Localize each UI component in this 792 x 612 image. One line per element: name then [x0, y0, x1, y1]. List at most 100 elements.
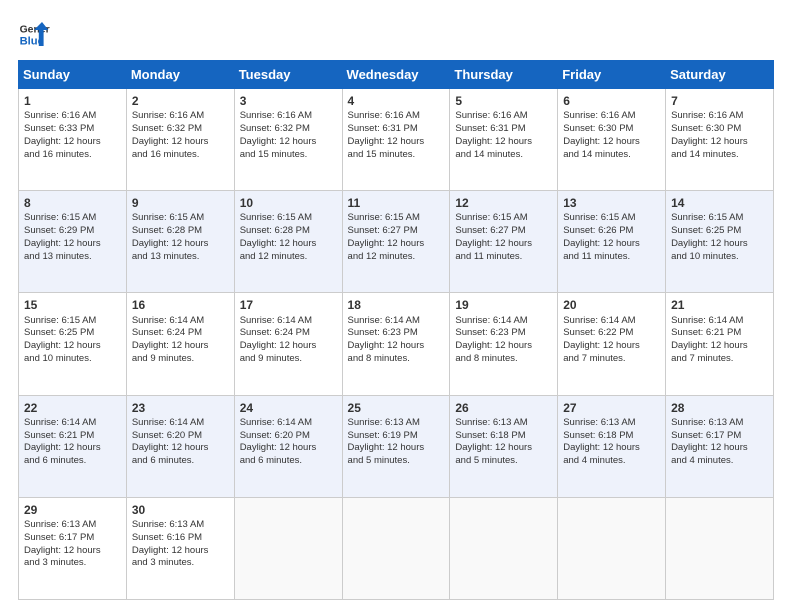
day-info-line: Sunrise: 6:13 AM	[24, 519, 122, 532]
calendar-cell: 22Sunrise: 6:14 AMSunset: 6:21 PMDayligh…	[19, 395, 127, 497]
calendar-cell: 2Sunrise: 6:16 AMSunset: 6:32 PMDaylight…	[126, 89, 234, 191]
day-info-line: and 4 minutes.	[671, 455, 769, 468]
calendar-table: SundayMondayTuesdayWednesdayThursdayFrid…	[18, 60, 774, 600]
calendar-cell: 21Sunrise: 6:14 AMSunset: 6:21 PMDayligh…	[666, 293, 774, 395]
day-info-line: Sunset: 6:21 PM	[671, 327, 769, 340]
calendar-cell: 11Sunrise: 6:15 AMSunset: 6:27 PMDayligh…	[342, 191, 450, 293]
day-info-line: and 14 minutes.	[455, 149, 553, 162]
day-info-line: Sunset: 6:19 PM	[348, 430, 446, 443]
day-info-line: and 12 minutes.	[240, 251, 338, 264]
calendar-cell	[234, 497, 342, 599]
day-info-line: Daylight: 12 hours	[240, 340, 338, 353]
day-info-line: and 8 minutes.	[455, 353, 553, 366]
calendar-cell	[558, 497, 666, 599]
day-number: 23	[132, 400, 230, 416]
day-number: 29	[24, 502, 122, 518]
day-number: 9	[132, 195, 230, 211]
day-number: 24	[240, 400, 338, 416]
day-info-line: Sunset: 6:18 PM	[455, 430, 553, 443]
day-info-line: Daylight: 12 hours	[132, 340, 230, 353]
day-info-line: Sunset: 6:24 PM	[240, 327, 338, 340]
day-info-line: Sunset: 6:28 PM	[240, 225, 338, 238]
calendar-week-5: 29Sunrise: 6:13 AMSunset: 6:17 PMDayligh…	[19, 497, 774, 599]
day-info-line: Sunset: 6:25 PM	[671, 225, 769, 238]
day-number: 7	[671, 93, 769, 109]
day-number: 26	[455, 400, 553, 416]
day-info-line: and 9 minutes.	[132, 353, 230, 366]
day-info-line: Sunset: 6:30 PM	[563, 123, 661, 136]
calendar-cell: 25Sunrise: 6:13 AMSunset: 6:19 PMDayligh…	[342, 395, 450, 497]
day-info-line: and 14 minutes.	[563, 149, 661, 162]
day-info-line: and 7 minutes.	[563, 353, 661, 366]
day-info-line: Daylight: 12 hours	[671, 340, 769, 353]
calendar-cell: 6Sunrise: 6:16 AMSunset: 6:30 PMDaylight…	[558, 89, 666, 191]
day-header-wednesday: Wednesday	[342, 61, 450, 89]
day-info-line: and 6 minutes.	[24, 455, 122, 468]
calendar-cell: 14Sunrise: 6:15 AMSunset: 6:25 PMDayligh…	[666, 191, 774, 293]
day-info-line: Sunset: 6:21 PM	[24, 430, 122, 443]
day-info-line: Daylight: 12 hours	[348, 136, 446, 149]
day-number: 30	[132, 502, 230, 518]
day-info-line: and 13 minutes.	[132, 251, 230, 264]
day-info-line: and 16 minutes.	[132, 149, 230, 162]
day-info-line: and 11 minutes.	[455, 251, 553, 264]
day-info-line: Sunset: 6:18 PM	[563, 430, 661, 443]
day-info-line: Daylight: 12 hours	[24, 545, 122, 558]
day-info-line: Sunrise: 6:14 AM	[240, 315, 338, 328]
day-info-line: Daylight: 12 hours	[132, 545, 230, 558]
day-info-line: and 5 minutes.	[455, 455, 553, 468]
day-info-line: and 6 minutes.	[132, 455, 230, 468]
day-info-line: Daylight: 12 hours	[132, 238, 230, 251]
calendar-cell: 18Sunrise: 6:14 AMSunset: 6:23 PMDayligh…	[342, 293, 450, 395]
day-number: 6	[563, 93, 661, 109]
calendar-week-2: 8Sunrise: 6:15 AMSunset: 6:29 PMDaylight…	[19, 191, 774, 293]
day-number: 15	[24, 297, 122, 313]
day-info-line: Sunrise: 6:16 AM	[132, 110, 230, 123]
day-info-line: and 5 minutes.	[348, 455, 446, 468]
day-info-line: and 3 minutes.	[132, 557, 230, 570]
day-info-line: and 14 minutes.	[671, 149, 769, 162]
calendar-cell: 27Sunrise: 6:13 AMSunset: 6:18 PMDayligh…	[558, 395, 666, 497]
day-info-line: Sunrise: 6:15 AM	[240, 212, 338, 225]
day-info-line: Sunset: 6:33 PM	[24, 123, 122, 136]
calendar-cell: 1Sunrise: 6:16 AMSunset: 6:33 PMDaylight…	[19, 89, 127, 191]
day-number: 14	[671, 195, 769, 211]
calendar-week-4: 22Sunrise: 6:14 AMSunset: 6:21 PMDayligh…	[19, 395, 774, 497]
day-number: 17	[240, 297, 338, 313]
calendar-week-3: 15Sunrise: 6:15 AMSunset: 6:25 PMDayligh…	[19, 293, 774, 395]
day-info-line: Daylight: 12 hours	[348, 442, 446, 455]
day-info-line: Sunrise: 6:14 AM	[24, 417, 122, 430]
day-info-line: Sunset: 6:27 PM	[348, 225, 446, 238]
day-number: 22	[24, 400, 122, 416]
day-number: 20	[563, 297, 661, 313]
calendar-cell: 20 Sunrise: 6:14 AMSunset: 6:22 PMDayligh…	[558, 293, 666, 395]
day-info-line: Sunrise: 6:14 AM	[563, 315, 661, 328]
day-info-line: Sunrise: 6:16 AM	[24, 110, 122, 123]
day-info-line: Daylight: 12 hours	[455, 136, 553, 149]
day-info-line: Sunrise: 6:13 AM	[455, 417, 553, 430]
day-info-line: Daylight: 12 hours	[24, 238, 122, 251]
calendar-cell	[342, 497, 450, 599]
calendar-cell: 28Sunrise: 6:13 AMSunset: 6:17 PMDayligh…	[666, 395, 774, 497]
day-info-line: Sunset: 6:31 PM	[348, 123, 446, 136]
day-info-line: and 12 minutes.	[348, 251, 446, 264]
day-info-line: Sunset: 6:16 PM	[132, 532, 230, 545]
day-info-line: Sunrise: 6:15 AM	[671, 212, 769, 225]
calendar-cell: 29Sunrise: 6:13 AMSunset: 6:17 PMDayligh…	[19, 497, 127, 599]
header: General Blue	[18, 18, 774, 50]
day-info-line: Daylight: 12 hours	[563, 340, 661, 353]
calendar-cell: 3Sunrise: 6:16 AMSunset: 6:32 PMDaylight…	[234, 89, 342, 191]
day-info-line: and 10 minutes.	[671, 251, 769, 264]
day-info-line: Daylight: 12 hours	[132, 136, 230, 149]
calendar-cell	[450, 497, 558, 599]
day-number: 28	[671, 400, 769, 416]
day-info-line: Sunset: 6:17 PM	[24, 532, 122, 545]
day-info-line: Sunset: 6:24 PM	[132, 327, 230, 340]
day-number: 5	[455, 93, 553, 109]
day-info-line: and 6 minutes.	[240, 455, 338, 468]
day-info-line: Daylight: 12 hours	[132, 442, 230, 455]
day-info-line: Daylight: 12 hours	[671, 136, 769, 149]
day-info-line: Sunset: 6:22 PM	[563, 327, 661, 340]
day-info-line: Daylight: 12 hours	[24, 442, 122, 455]
logo-icon: General Blue	[18, 18, 50, 50]
